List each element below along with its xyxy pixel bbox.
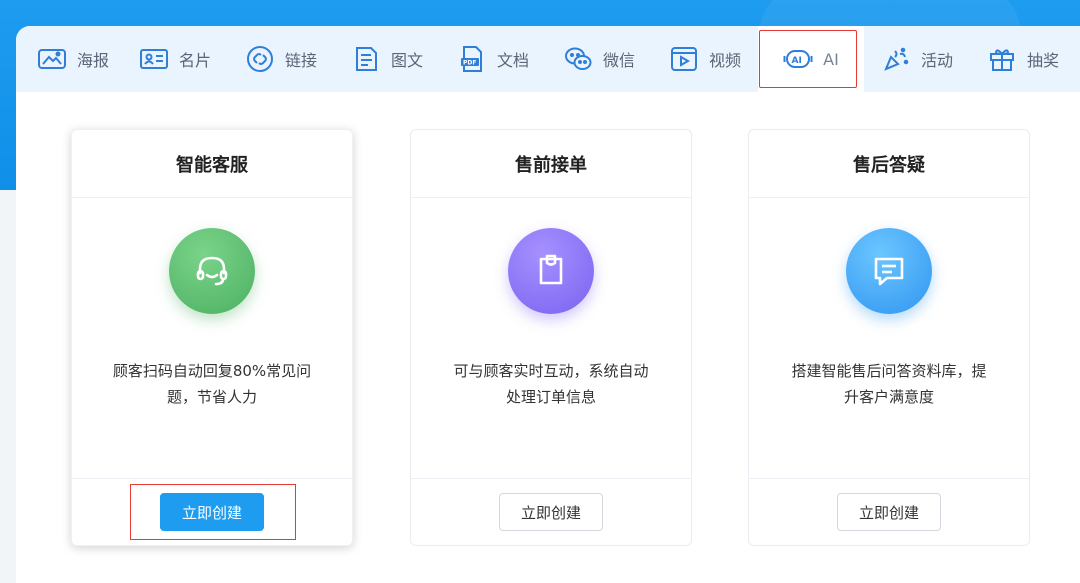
svg-text:AI: AI bbox=[792, 56, 802, 66]
card-footer: 立即创建 bbox=[749, 478, 1029, 545]
video-icon bbox=[670, 47, 697, 71]
business-card-icon bbox=[139, 49, 168, 69]
card-title: 售前接单 bbox=[411, 130, 691, 198]
card-title: 售后答疑 bbox=[749, 130, 1029, 198]
create-presale-order-button[interactable]: 立即创建 bbox=[499, 493, 603, 531]
tab-label: 链接 bbox=[284, 51, 317, 70]
tab-business-card[interactable]: 名片 bbox=[122, 26, 228, 92]
svg-text:PDF: PDF bbox=[463, 60, 476, 67]
chat-bubble-icon bbox=[874, 257, 904, 286]
card-aftersale-qa: 售后答疑 搭建智能售后问答资料库，提 升客户满意度 立即创建 bbox=[748, 129, 1030, 546]
link-icon bbox=[246, 46, 273, 72]
ai-card-list: 智能客服 顾客扫码自动回复80%常见问 题，节省人力 立即创建 售前接单 可与顾… bbox=[16, 129, 1080, 549]
tab-wechat[interactable]: 微信 bbox=[546, 26, 652, 92]
tab-label: 海报 bbox=[76, 51, 109, 70]
wechat-icon bbox=[564, 47, 592, 70]
activity-icon bbox=[884, 47, 909, 71]
card-icon-circle bbox=[846, 228, 932, 314]
article-icon bbox=[355, 47, 377, 71]
tab-label: 名片 bbox=[178, 51, 211, 70]
gift-icon bbox=[989, 49, 1014, 71]
card-description: 搭建智能售后问答资料库，提 升客户满意度 bbox=[791, 362, 987, 406]
card-presale-order: 售前接单 可与顾客实时互动，系统自动 处理订单信息 立即创建 bbox=[410, 129, 692, 546]
main-panel: 海报 名片 链接 图文 PDF 文档 微信 视频 AI AI 活动 抽奖 智能客… bbox=[16, 26, 1080, 583]
clipboard-icon bbox=[539, 254, 563, 285]
tab-link[interactable]: 链接 bbox=[228, 26, 334, 92]
tab-poster[interactable]: 海报 bbox=[16, 26, 122, 92]
headset-icon bbox=[196, 256, 228, 286]
tab-ai[interactable]: AI AI bbox=[758, 26, 864, 92]
card-footer: 立即创建 bbox=[72, 478, 352, 545]
card-description: 顾客扫码自动回复80%常见问 题，节省人力 bbox=[112, 362, 312, 406]
ai-icon: AI bbox=[783, 50, 813, 68]
tab-label: 文档 bbox=[496, 51, 529, 70]
card-smart-service: 智能客服 顾客扫码自动回复80%常见问 题，节省人力 立即创建 bbox=[71, 129, 353, 546]
tab-label: 抽奖 bbox=[1026, 51, 1059, 70]
tab-label: 活动 bbox=[920, 51, 953, 70]
poster-icon bbox=[37, 49, 66, 69]
tab-activity[interactable]: 活动 bbox=[864, 26, 970, 92]
tab-label: 微信 bbox=[602, 51, 635, 70]
card-icon-circle bbox=[508, 228, 594, 314]
card-footer: 立即创建 bbox=[411, 478, 691, 545]
tab-label: 图文 bbox=[390, 51, 423, 70]
card-icon-circle bbox=[169, 228, 255, 314]
tab-label: 视频 bbox=[708, 51, 741, 70]
tab-lottery[interactable]: 抽奖 bbox=[970, 26, 1076, 92]
tab-article[interactable]: 图文 bbox=[334, 26, 440, 92]
card-title: 智能客服 bbox=[72, 130, 352, 198]
type-tab-bar: 海报 名片 链接 图文 PDF 文档 微信 视频 AI AI 活动 抽奖 bbox=[16, 26, 1080, 92]
tab-label: AI bbox=[823, 49, 839, 69]
create-aftersale-qa-button[interactable]: 立即创建 bbox=[837, 493, 941, 531]
pdf-document-icon: PDF bbox=[460, 46, 482, 72]
tab-video[interactable]: 视频 bbox=[652, 26, 758, 92]
create-smart-service-button[interactable]: 立即创建 bbox=[160, 493, 264, 531]
card-description: 可与顾客实时互动，系统自动 处理订单信息 bbox=[453, 362, 649, 406]
tab-document[interactable]: PDF 文档 bbox=[440, 26, 546, 92]
